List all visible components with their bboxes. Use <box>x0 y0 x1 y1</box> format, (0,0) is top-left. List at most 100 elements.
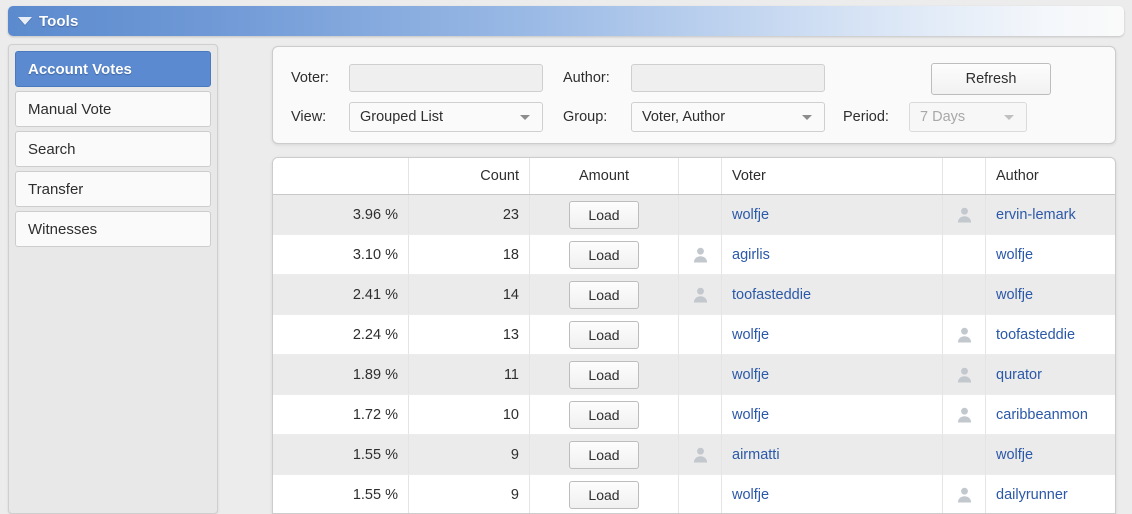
view-select-value: Grouped List <box>360 109 443 125</box>
cell-amount: Load <box>530 235 679 275</box>
voter-link[interactable]: wolfje <box>732 407 769 423</box>
author-link[interactable]: wolfje <box>996 247 1033 263</box>
cell-voter-avatar <box>679 315 722 355</box>
load-button[interactable]: Load <box>569 281 639 309</box>
voter-link[interactable]: wolfje <box>732 327 769 343</box>
cell-author-avatar <box>943 275 986 315</box>
load-button[interactable]: Load <box>569 241 639 269</box>
group-select[interactable]: Voter, Author <box>631 102 825 132</box>
view-select[interactable]: Grouped List <box>349 102 543 132</box>
filter-row-one: Voter: Author: <box>291 63 825 93</box>
refresh-button[interactable]: Refresh <box>931 63 1051 95</box>
cell-count: 10 <box>409 395 530 435</box>
load-button[interactable]: Load <box>569 361 639 389</box>
cell-count: 9 <box>409 435 530 475</box>
load-button[interactable]: Load <box>569 441 639 469</box>
cell-author: wolfje <box>986 435 1116 475</box>
voter-link[interactable]: agirlis <box>732 247 770 263</box>
user-avatar-icon <box>692 246 709 263</box>
cell-voter: wolfje <box>722 395 943 435</box>
table-row: 1.72 %10 Load wolfje caribbeanmon <box>273 395 1115 435</box>
period-select-value: 7 Days <box>920 109 965 125</box>
table-row: 1.89 %11Loadwolfjequrator <box>273 355 1115 395</box>
cell-voter-avatar <box>679 435 722 475</box>
cell-voter: wolfje <box>722 315 943 355</box>
chevron-down-icon <box>802 115 812 120</box>
column-header-amount: Amount <box>530 158 679 195</box>
cell-percent: 1.72 % <box>273 395 409 435</box>
cell-amount: Load <box>530 315 679 355</box>
cell-voter: toofasteddie <box>722 275 943 315</box>
cell-author: qurator <box>986 355 1116 395</box>
voter-link[interactable]: wolfje <box>732 207 769 223</box>
chevron-down-icon <box>1004 115 1014 120</box>
user-avatar-icon <box>692 446 709 463</box>
cell-author-avatar <box>943 235 986 275</box>
avatar-placeholder <box>956 244 973 261</box>
avatar-placeholder <box>956 444 973 461</box>
user-avatar-icon <box>956 406 973 423</box>
cell-percent: 3.96 % <box>273 195 409 235</box>
voter-link[interactable]: toofasteddie <box>732 287 811 303</box>
sidebar-item-manual-vote[interactable]: Manual Vote <box>15 91 211 127</box>
author-link[interactable]: toofasteddie <box>996 327 1075 343</box>
sidebar-item-account-votes[interactable]: Account Votes <box>15 51 211 87</box>
sidebar-item-witnesses[interactable]: Witnesses <box>15 211 211 247</box>
cell-author-avatar <box>943 475 986 514</box>
table-row: 3.96 %23Loadwolfjeervin-lemark <box>273 195 1115 235</box>
cell-voter-avatar <box>679 275 722 315</box>
cell-count: 13 <box>409 315 530 355</box>
user-avatar-icon <box>956 206 973 223</box>
view-label: View: <box>291 109 349 125</box>
user-avatar-icon <box>956 366 973 383</box>
author-input[interactable] <box>631 64 825 92</box>
cell-count: 9 <box>409 475 530 514</box>
load-button[interactable]: Load <box>569 201 639 229</box>
author-link[interactable]: dailyrunner <box>996 487 1068 503</box>
table-row: 2.24 %13 Load wolfje toofasteddie <box>273 315 1115 355</box>
sidebar-item-transfer[interactable]: Transfer <box>15 171 211 207</box>
cell-percent: 2.24 % <box>273 315 409 355</box>
column-header-voter-avatar <box>679 158 722 195</box>
cell-count: 14 <box>409 275 530 315</box>
load-button[interactable]: Load <box>569 321 639 349</box>
user-avatar-icon <box>956 486 973 503</box>
cell-voter: agirlis <box>722 235 943 275</box>
cell-author: dailyrunner <box>986 475 1116 514</box>
voter-input[interactable] <box>349 64 543 92</box>
voter-link[interactable]: wolfje <box>732 367 769 383</box>
load-button[interactable]: Load <box>569 401 639 429</box>
user-avatar-icon <box>956 326 973 343</box>
author-link[interactable]: caribbeanmon <box>996 407 1088 423</box>
avatar-placeholder <box>692 404 709 421</box>
author-link[interactable]: wolfje <box>996 447 1033 463</box>
votes-table-panel: Count Amount Voter Author 3.96 %23Loadwo… <box>272 157 1116 514</box>
cell-percent: 1.89 % <box>273 355 409 395</box>
cell-voter-avatar <box>679 475 722 514</box>
sidebar-item-label: Search <box>28 141 76 158</box>
voter-link[interactable]: wolfje <box>732 487 769 503</box>
cell-author: toofasteddie <box>986 315 1116 355</box>
triangle-down-icon[interactable] <box>18 17 32 25</box>
sidebar-item-search[interactable]: Search <box>15 131 211 167</box>
avatar-placeholder <box>956 284 973 301</box>
avatar-placeholder <box>692 324 709 341</box>
table-row: 2.41 %14Loadtoofasteddiewolfje <box>273 275 1115 315</box>
table-row: 1.55 %9Loadwolfjedailyrunner <box>273 475 1115 514</box>
author-link[interactable]: wolfje <box>996 287 1033 303</box>
voter-link[interactable]: airmatti <box>732 447 780 463</box>
load-button[interactable]: Load <box>569 481 639 509</box>
column-header-voter: Voter <box>722 158 943 195</box>
cell-voter-avatar <box>679 395 722 435</box>
author-link[interactable]: ervin-lemark <box>996 207 1076 223</box>
sidebar: Account Votes Manual Vote Search Transfe… <box>8 44 218 514</box>
column-header-count: Count <box>409 158 530 195</box>
author-link[interactable]: qurator <box>996 367 1042 383</box>
filter-row-two: View: Grouped List Group: Voter, Author … <box>291 102 1027 132</box>
chevron-down-icon <box>520 115 530 120</box>
tools-titlebar[interactable]: Tools <box>8 6 1124 36</box>
cell-author: wolfje <box>986 275 1116 315</box>
group-select-value: Voter, Author <box>642 109 725 125</box>
column-header-percent <box>273 158 409 195</box>
page-title: Tools <box>39 13 78 30</box>
